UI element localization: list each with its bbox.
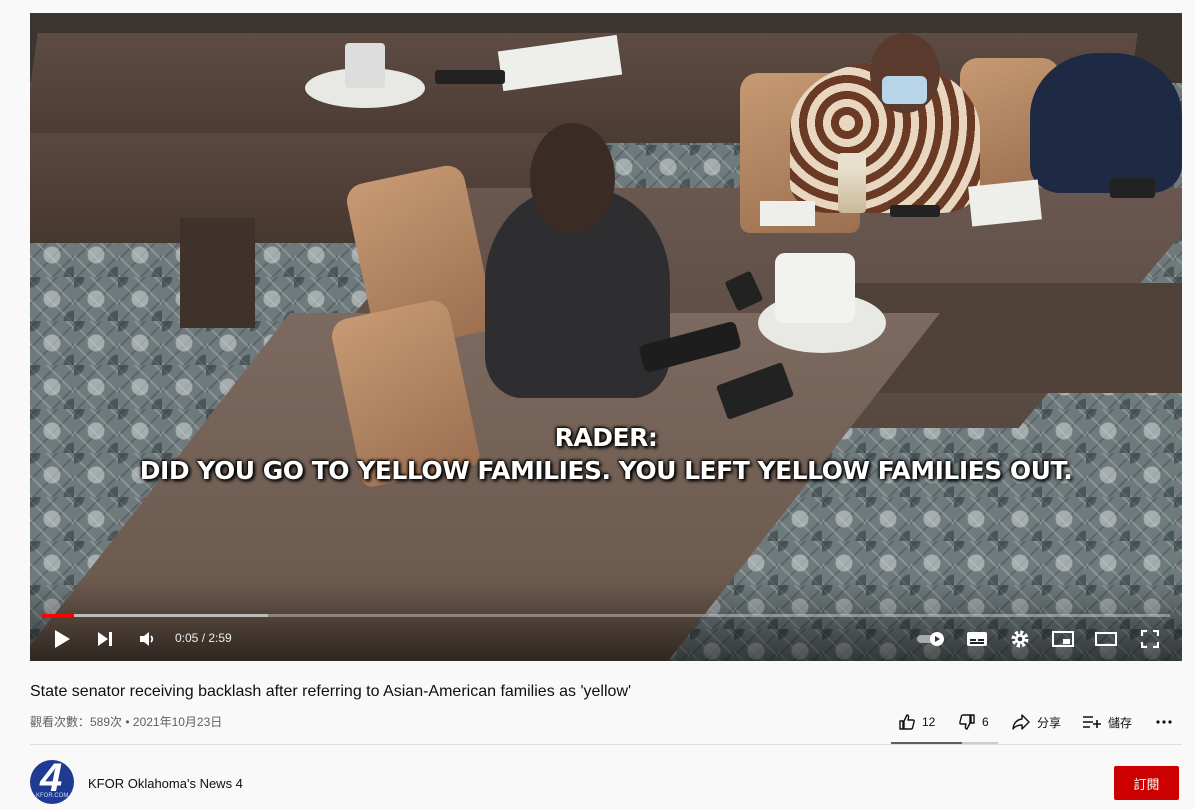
fullscreen-icon [1141, 630, 1159, 648]
video-meta: 觀看次數：589次 • 2021年10月23日 [30, 715, 223, 729]
share-icon [1012, 714, 1030, 730]
dislike-button[interactable]: 6 [958, 707, 989, 737]
next-icon [98, 632, 112, 646]
progress-bar[interactable] [42, 614, 1170, 617]
autoplay-icon [917, 632, 944, 646]
play-button[interactable] [50, 625, 74, 653]
gear-icon [1011, 630, 1029, 648]
video-title: State senator receiving backlash after r… [30, 683, 632, 700]
fullscreen-button[interactable] [1137, 625, 1163, 653]
dislike-count: 6 [982, 715, 989, 729]
progress-buffered [42, 614, 268, 617]
like-count: 12 [922, 715, 936, 729]
channel-avatar[interactable]: 4 KFOR.COM [30, 760, 74, 804]
video-frame [30, 13, 1182, 661]
volume-icon [140, 632, 154, 646]
subtitles-button[interactable] [964, 625, 990, 653]
subscribe-button[interactable]: 訂閱 [1114, 766, 1179, 800]
video-player[interactable]: RADER: DID YOU GO TO YELLOW FAMILIES. YO… [30, 13, 1182, 661]
next-button[interactable] [93, 625, 117, 653]
share-label: 分享 [1037, 715, 1062, 730]
play-icon [55, 630, 70, 648]
time-display: 0:05 / 2:59 [175, 631, 232, 645]
more-actions-button[interactable] [1156, 707, 1178, 737]
share-button[interactable]: 分享 [1011, 707, 1061, 737]
theater-icon [1095, 632, 1117, 646]
volume-button[interactable] [135, 625, 159, 653]
more-horizontal-icon [1156, 720, 1172, 724]
thumbs-up-icon [899, 714, 915, 730]
theater-mode-button[interactable] [1093, 625, 1119, 653]
progress-played [42, 614, 74, 617]
settings-button[interactable] [1008, 625, 1032, 653]
like-button[interactable]: 12 [898, 707, 935, 737]
miniplayer-button[interactable] [1050, 625, 1076, 653]
channel-name[interactable]: KFOR Oklahoma's News 4 [88, 776, 243, 791]
save-button[interactable]: 儲存 [1082, 707, 1132, 737]
divider [30, 744, 1182, 745]
thumbs-down-icon [959, 714, 975, 730]
miniplayer-icon [1052, 631, 1074, 647]
subtitle-line-2: DID YOU GO TO YELLOW FAMILIES. YOU LEFT … [139, 456, 1073, 485]
avatar-logo-subtext: KFOR.COM [36, 793, 69, 799]
subtitles-icon [967, 632, 987, 646]
save-label: 儲存 [1108, 715, 1133, 730]
add-to-playlist-icon [1083, 716, 1101, 728]
subtitle-line-1: RADER: [554, 423, 658, 452]
autoplay-toggle[interactable] [915, 625, 947, 653]
